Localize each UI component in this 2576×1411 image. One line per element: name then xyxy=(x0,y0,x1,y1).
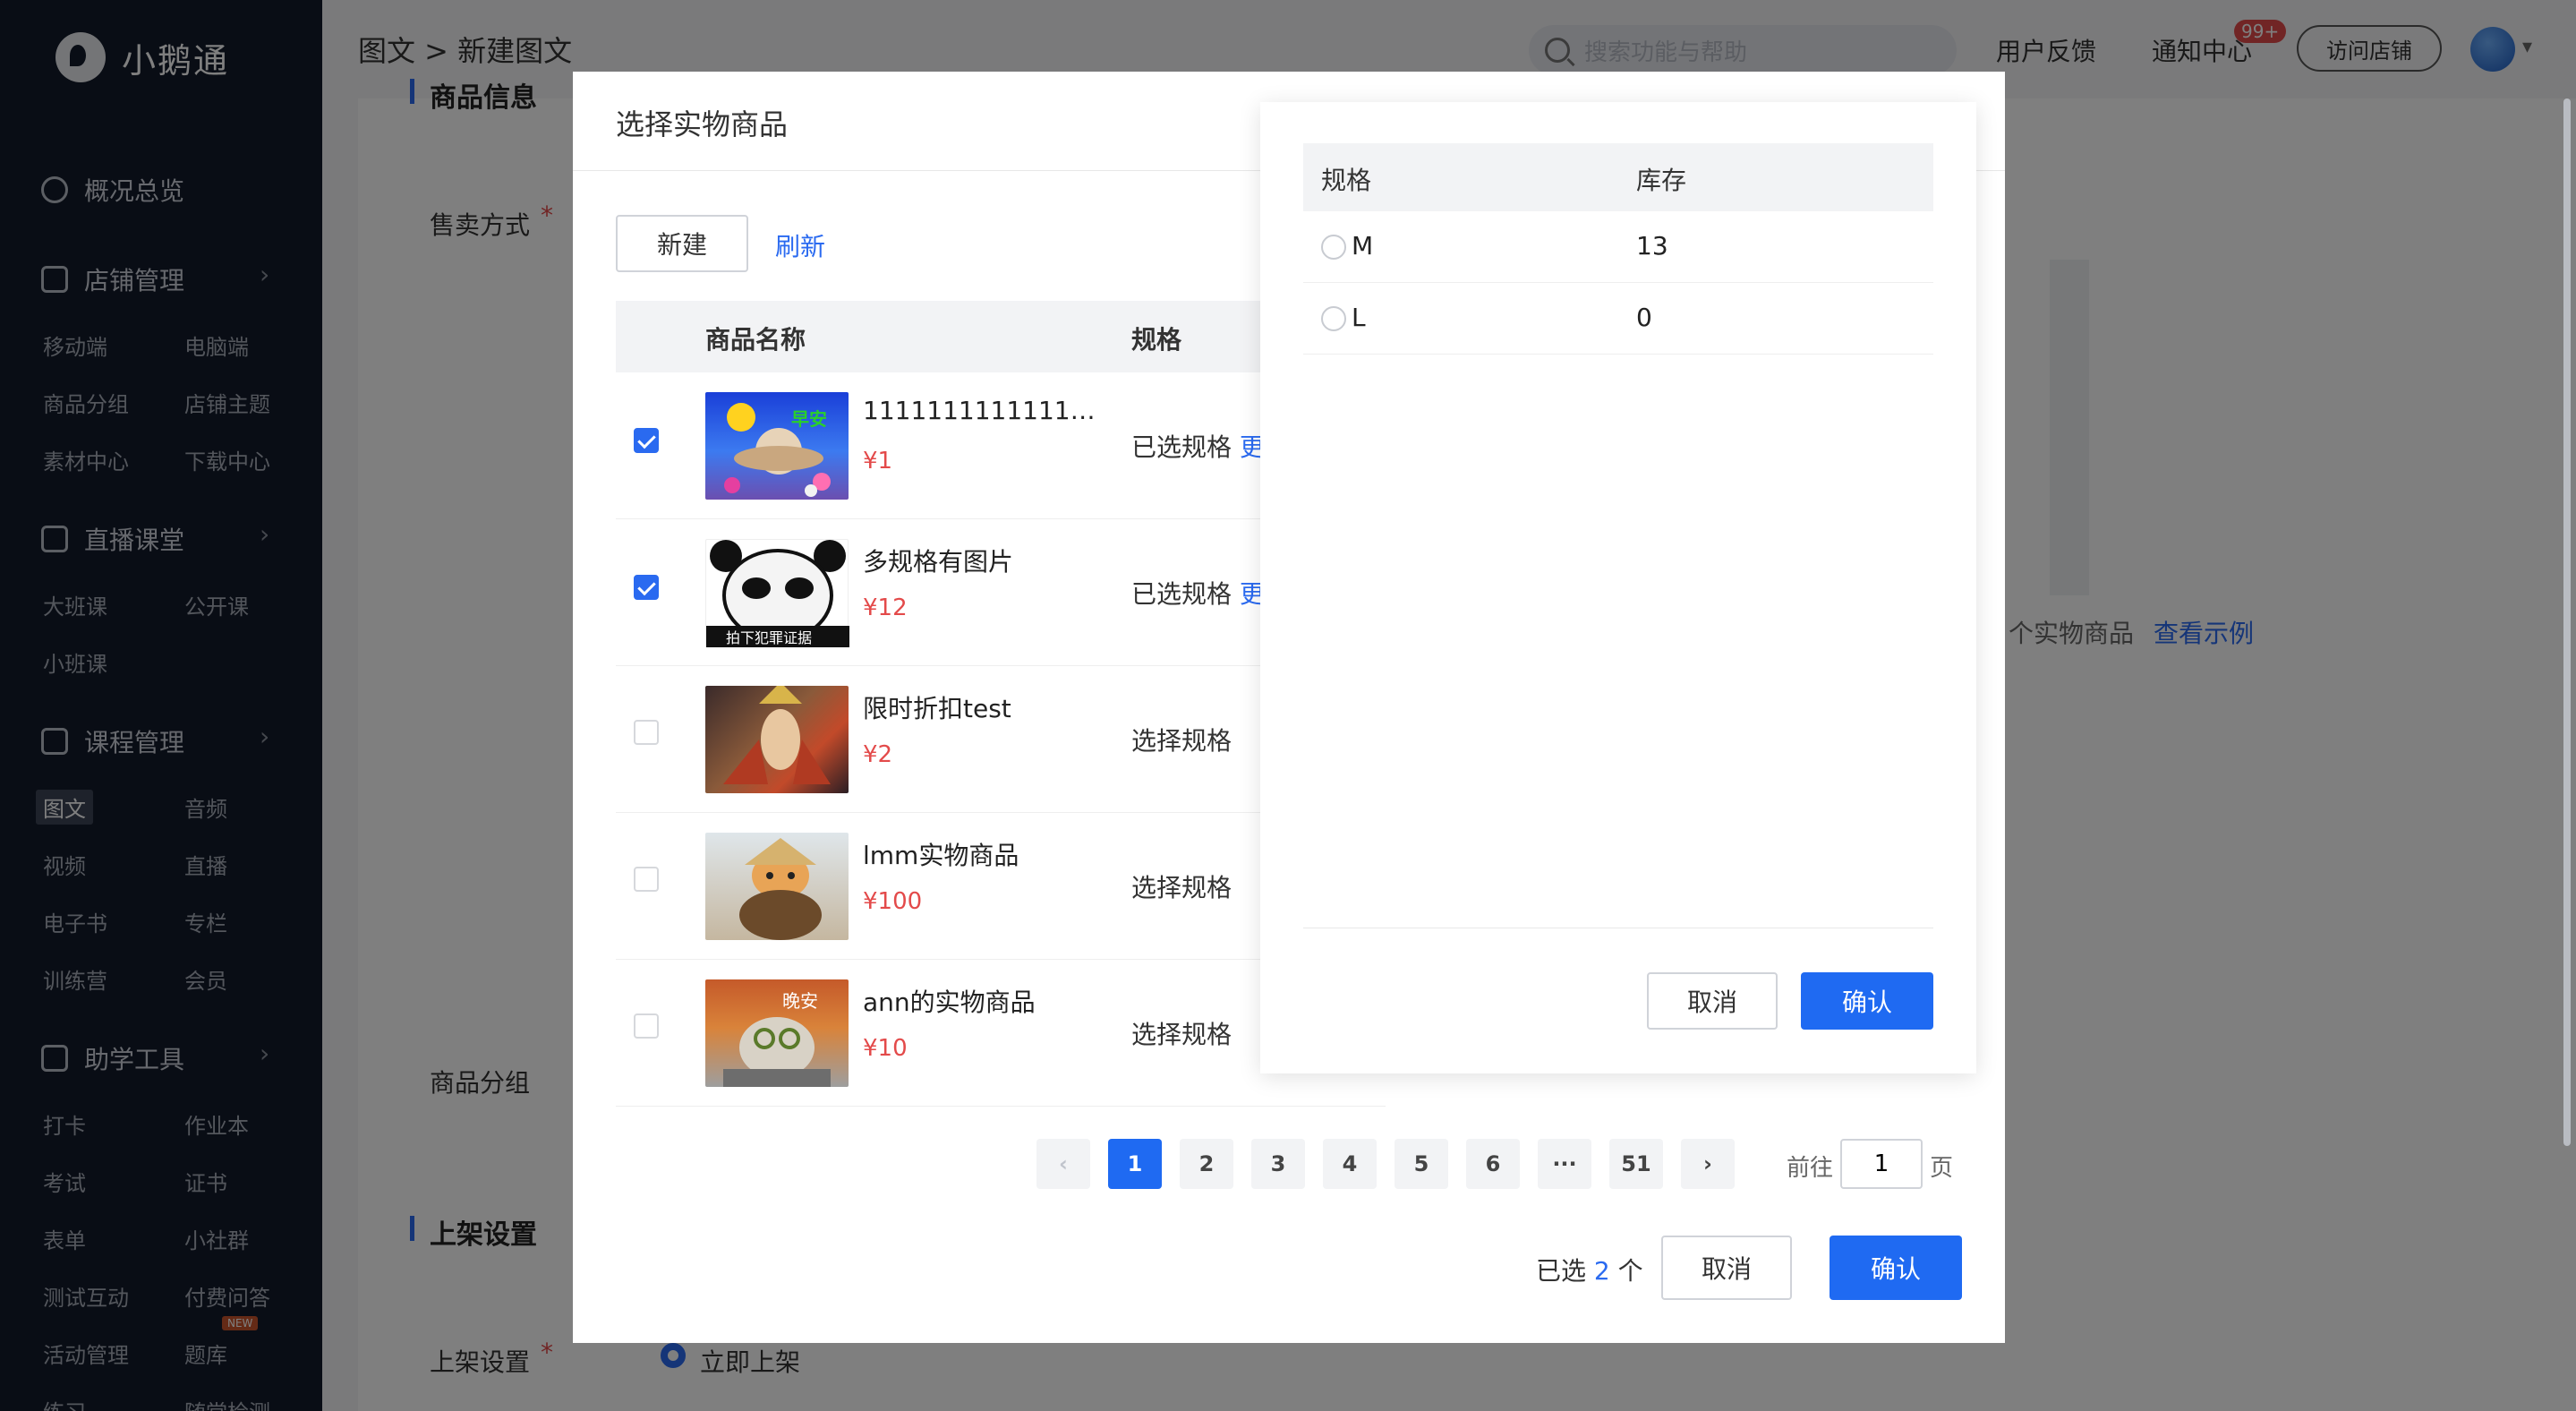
sun-flowers-image xyxy=(724,403,831,497)
product-price: ¥12 xyxy=(863,594,908,621)
product-name: 限时折扣test xyxy=(863,694,1011,723)
product-name: ann的实物商品 xyxy=(863,988,1036,1017)
goto-label: 前往 xyxy=(1787,1155,1834,1182)
col-header-spec: 规格 xyxy=(1321,166,1372,195)
product-thumbnail: 早安 xyxy=(705,392,849,500)
page-button[interactable]: 3 xyxy=(1251,1139,1305,1189)
spec-selected-label: 已选规格 xyxy=(1131,579,1233,609)
product-name: 多规格有图片 xyxy=(863,547,1014,577)
product-thumbnail: 拍下犯罪证据 xyxy=(705,539,849,647)
row-checkbox[interactable] xyxy=(634,867,659,892)
product-thumbnail: 晚安 xyxy=(705,979,849,1087)
row-checkbox[interactable] xyxy=(634,720,659,745)
selected-count-text: 已选 2 个 xyxy=(1536,1252,1643,1287)
dialog-confirm-button[interactable]: 确认 xyxy=(1830,1236,1962,1300)
page-button[interactable]: 5 xyxy=(1395,1139,1448,1189)
spec-radio[interactable] xyxy=(1321,306,1346,331)
dialog-cancel-button[interactable]: 取消 xyxy=(1661,1236,1792,1300)
product-price: ¥2 xyxy=(863,741,893,768)
select-spec-link[interactable]: 选择规格 xyxy=(1131,868,1232,904)
spec-selected-label: 已选规格 xyxy=(1131,432,1233,462)
confirm-label: 确认 xyxy=(1870,1254,1921,1284)
select-spec-link[interactable]: 选择规格 xyxy=(1131,1015,1232,1051)
product-price: ¥1 xyxy=(863,448,893,475)
chevron-right-icon: › xyxy=(1703,1151,1712,1176)
spec-selected: 已选规格 更 xyxy=(1131,428,1265,464)
cat-image xyxy=(739,838,822,940)
spec-stock: 13 xyxy=(1636,231,1668,261)
page-scrollbar[interactable] xyxy=(2563,98,2571,1146)
spec-radio[interactable] xyxy=(1321,235,1346,260)
col-header-stock: 库存 xyxy=(1636,166,1687,195)
col-header-spec: 规格 xyxy=(1131,325,1182,355)
goto-page-input[interactable] xyxy=(1840,1139,1923,1189)
spec-table-header: 规格 库存 xyxy=(1303,143,1933,211)
new-button-label: 新建 xyxy=(656,230,707,260)
product-price: ¥10 xyxy=(863,1035,908,1062)
page-suffix: 页 xyxy=(1930,1155,1954,1182)
spec-stock: 0 xyxy=(1636,303,1652,332)
col-header-name: 商品名称 xyxy=(705,325,806,355)
spec-cancel-button[interactable]: 取消 xyxy=(1647,972,1778,1030)
row-checkbox[interactable] xyxy=(634,575,659,600)
selected-suffix: 个 xyxy=(1617,1256,1643,1286)
thumb-caption: 晚安 xyxy=(782,990,818,1012)
dialog-title: 选择实物商品 xyxy=(616,107,789,141)
prev-page-button[interactable]: ‹ xyxy=(1036,1139,1090,1189)
spec-row[interactable]: M 13 xyxy=(1303,211,1933,283)
goodnight-cat-image xyxy=(723,1017,831,1087)
refresh-link[interactable]: 刷新 xyxy=(775,227,825,263)
spec-name: L xyxy=(1352,303,1366,332)
page-button[interactable]: 1 xyxy=(1108,1139,1162,1189)
product-name: lmm实物商品 xyxy=(863,841,1019,870)
selected-prefix: 已选 xyxy=(1536,1256,1587,1286)
cancel-label: 取消 xyxy=(1701,1254,1752,1284)
new-product-button[interactable]: 新建 xyxy=(616,215,748,272)
page-button[interactable]: 6 xyxy=(1466,1139,1520,1189)
cancel-label: 取消 xyxy=(1686,988,1737,1017)
confirm-label: 确认 xyxy=(1841,988,1892,1017)
spec-confirm-button[interactable]: 确认 xyxy=(1801,972,1933,1030)
product-thumbnail xyxy=(705,682,849,793)
chevron-left-icon: ‹ xyxy=(1059,1151,1068,1176)
product-name: 1111111111111111111111 xyxy=(863,396,1096,425)
thumb-caption: 拍下犯罪证据 xyxy=(726,629,813,646)
spec-row[interactable]: L 0 xyxy=(1303,283,1933,355)
spec-selected: 已选规格 更 xyxy=(1131,575,1265,611)
thumb-caption: 早安 xyxy=(791,408,827,430)
row-checkbox[interactable] xyxy=(634,1013,659,1039)
page-button[interactable]: 4 xyxy=(1323,1139,1377,1189)
product-thumbnail xyxy=(705,833,849,940)
row-checkbox[interactable] xyxy=(634,428,659,453)
select-spec-link[interactable]: 选择规格 xyxy=(1131,722,1232,757)
spec-name: M xyxy=(1352,231,1374,261)
next-page-button[interactable]: › xyxy=(1681,1139,1735,1189)
selected-count: 2 xyxy=(1593,1256,1610,1286)
page-button-last[interactable]: 51 xyxy=(1609,1139,1663,1189)
page-button[interactable]: 2 xyxy=(1180,1139,1233,1189)
game-character-image xyxy=(723,682,831,784)
page-ellipsis[interactable]: ··· xyxy=(1538,1139,1591,1189)
product-price: ¥100 xyxy=(863,888,923,915)
